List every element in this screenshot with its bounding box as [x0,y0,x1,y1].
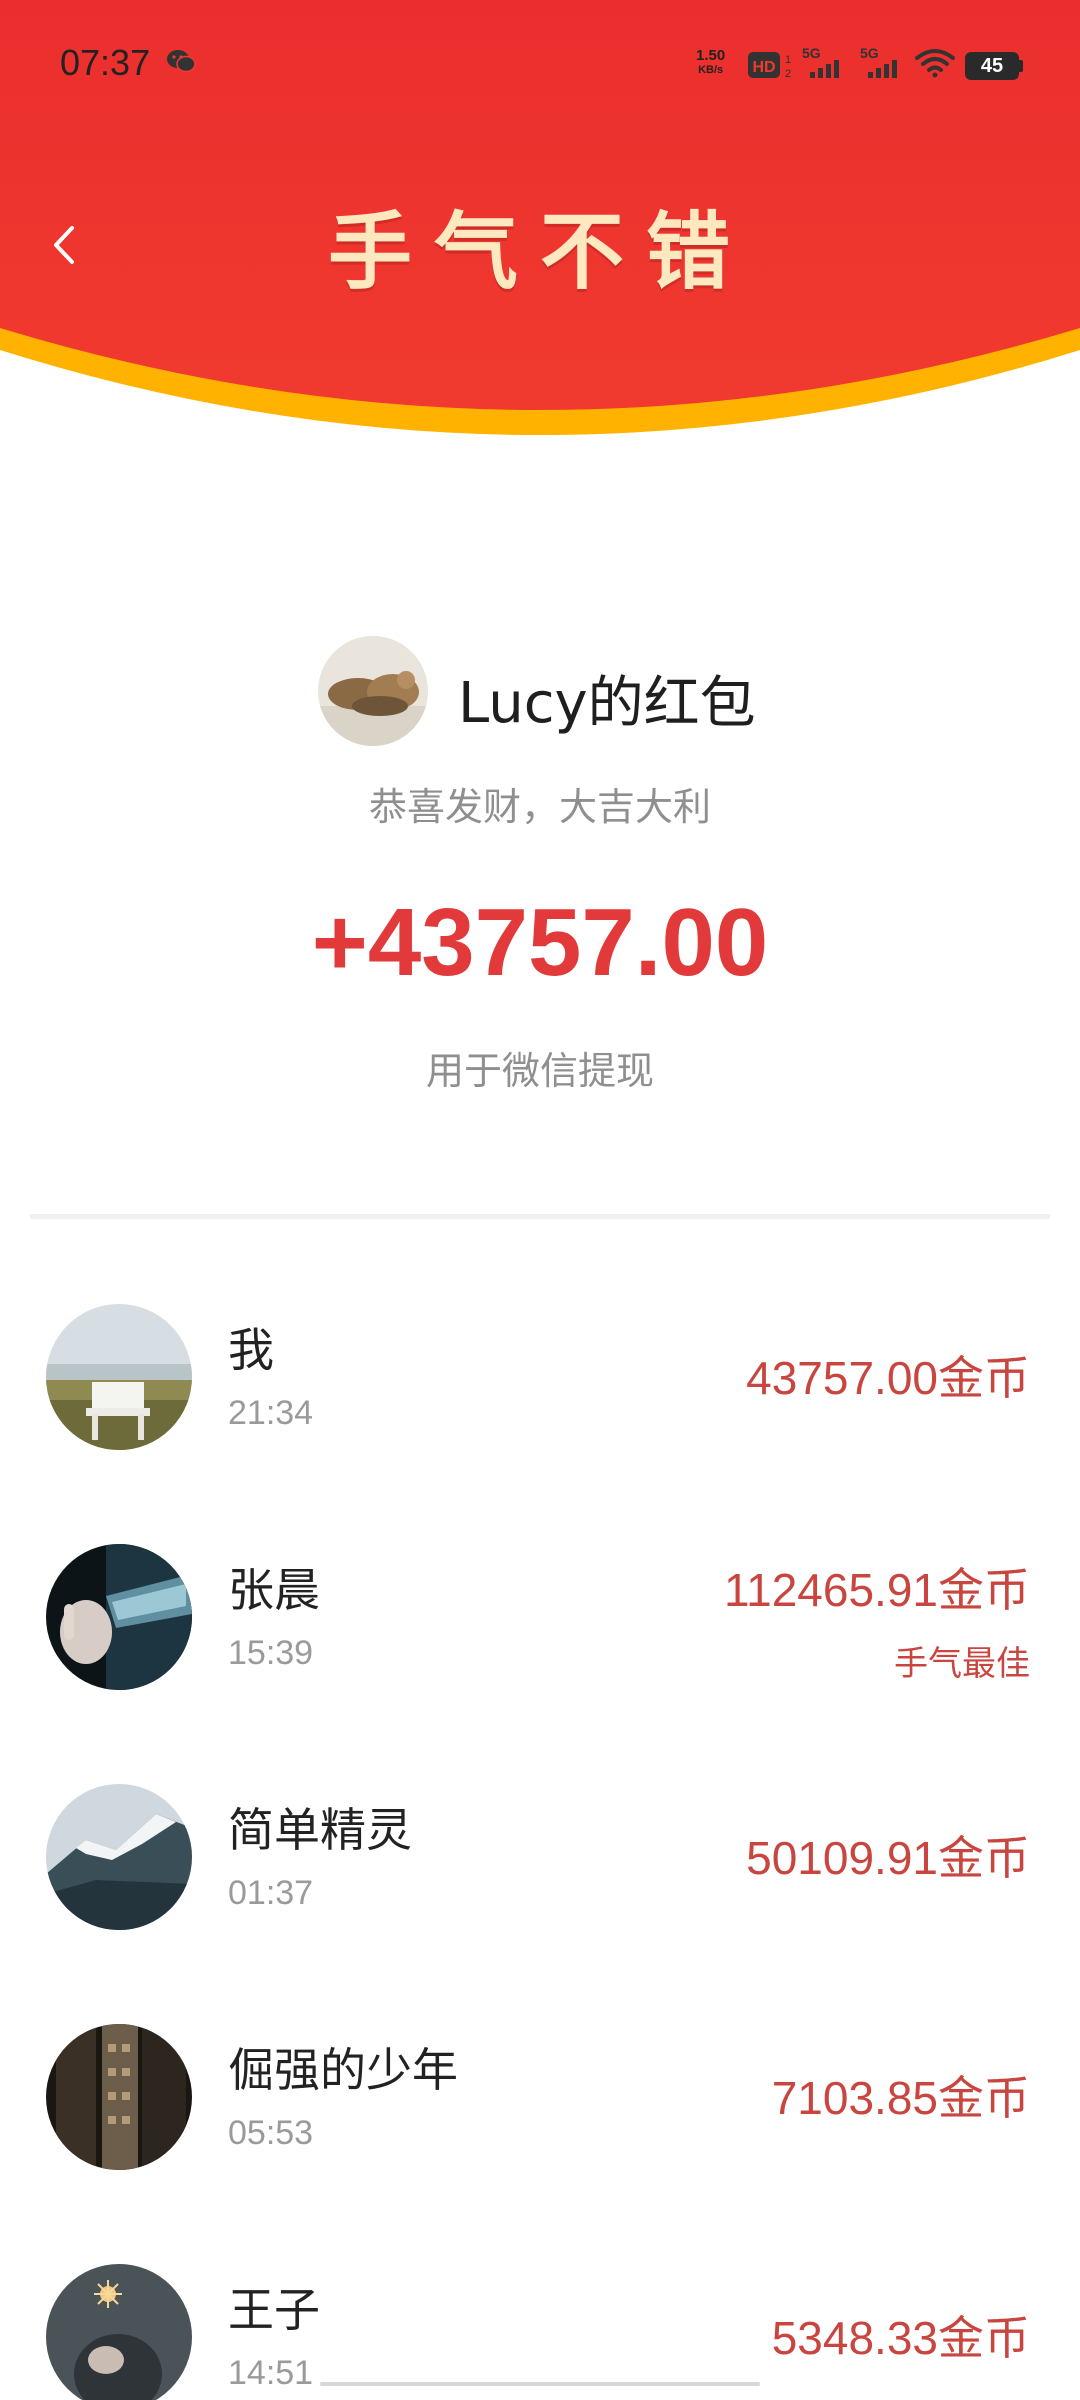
sender-name: Lucy的红包 [458,671,756,736]
list-item[interactable]: 倔强的少年 05:53 7103.85金币 [0,2000,1080,2240]
amount-unit: 金币 [938,1831,1030,1885]
status-bar: 07:37 1.50 KB/s HD 1 2 5G 5G 45 [0,0,1080,130]
avatar-image [46,1784,192,1930]
wechat-icon [167,50,196,73]
red-packet-detail-screen: 07:37 1.50 KB/s HD 1 2 5G 5G 45 手气不错 Luc… [0,0,1080,2400]
claim-record-list: 我 21:34 43757.00金币 张晨 15:39 112465.91金币 … [0,1280,1080,2400]
network-speed: 1.50 KB/s [696,48,725,78]
record-name: 简单精灵 [228,1803,412,1857]
avatar-image [46,1304,192,1450]
record-name: 王子 [228,2283,320,2337]
best-luck-badge: 手气最佳 [894,1644,1030,1684]
blessing-message: 恭喜发财，大吉大利 [368,785,711,829]
record-time: 05:53 [228,2114,314,2152]
received-amount: +43757.00 [311,889,769,996]
sender-info: Lucy的红包 [0,636,1080,746]
hd-label: HD [752,59,775,76]
amount-value: 43757.00 [746,1352,938,1404]
svg-text:2: 2 [785,68,791,80]
avatar-image [46,1544,192,1690]
home-indicator[interactable] [320,2382,760,2386]
amount-value: 5348.33 [771,2312,938,2364]
record-time: 14:51 [228,2354,314,2392]
avatar-image [46,2264,192,2400]
amount-note[interactable]: 用于微信提现 [0,1040,1080,1095]
record-amount: 112465.91金币 [724,1554,1030,1620]
list-item[interactable]: 张晨 15:39 112465.91金币 手气最佳 [0,1520,1080,1760]
record-name: 倔强的少年 [228,2043,458,2097]
list-item[interactable]: 我 21:34 43757.00金币 [0,1280,1080,1520]
battery-level: 45 [965,52,1019,80]
amount-unit: 金币 [938,2071,1030,2125]
avatar[interactable] [46,1544,192,1690]
record-amount: 5348.33金币 [772,2302,1030,2368]
amount-unit: 金币 [938,2311,1030,2365]
avatar[interactable] [46,1304,192,1450]
list-item[interactable]: 王子 14:51 5348.33金币 [0,2240,1080,2400]
signal-icon: 5G [860,45,897,78]
record-amount: 7103.85金币 [772,2062,1030,2128]
record-time: 01:37 [228,1874,314,1912]
record-amount: 43757.00金币 [746,1342,1030,1408]
amount-value: 50109.91 [746,1832,938,1884]
network-type-2: 5G [860,45,879,61]
list-item[interactable]: 简单精灵 01:37 50109.91金币 [0,1760,1080,2000]
avatar[interactable] [46,2024,192,2170]
record-amount: 50109.91金币 [746,1822,1030,1888]
status-time: 07:37 [60,42,151,83]
record-time: 15:39 [228,1634,314,1672]
amount-unit: 金币 [938,1563,1030,1617]
avatar-image [318,636,428,746]
record-name: 我 [228,1323,274,1377]
avatar[interactable] [46,1784,192,1930]
record-time: 21:34 [228,1394,314,1432]
avatar[interactable] [46,2264,192,2400]
battery-tip [1019,60,1023,72]
network-speed-value: 1.50 [696,47,726,64]
amount-value: 112465.91 [723,1564,938,1616]
wifi-icon [915,49,955,78]
divider [30,1214,1050,1219]
signal-icon: 5G [802,45,839,78]
amount-value: 7103.85 [771,2072,938,2124]
record-name: 张晨 [228,1563,320,1617]
network-type-1: 5G [802,45,821,61]
page-title: 手气不错 [327,203,752,301]
svg-text:1: 1 [785,54,791,66]
amount-unit: 金币 [938,1351,1030,1405]
avatar[interactable] [318,636,428,746]
network-speed-unit: KB/s [698,64,724,76]
hd-voice-icon: HD 1 2 [748,52,791,80]
avatar-image [46,2024,192,2170]
